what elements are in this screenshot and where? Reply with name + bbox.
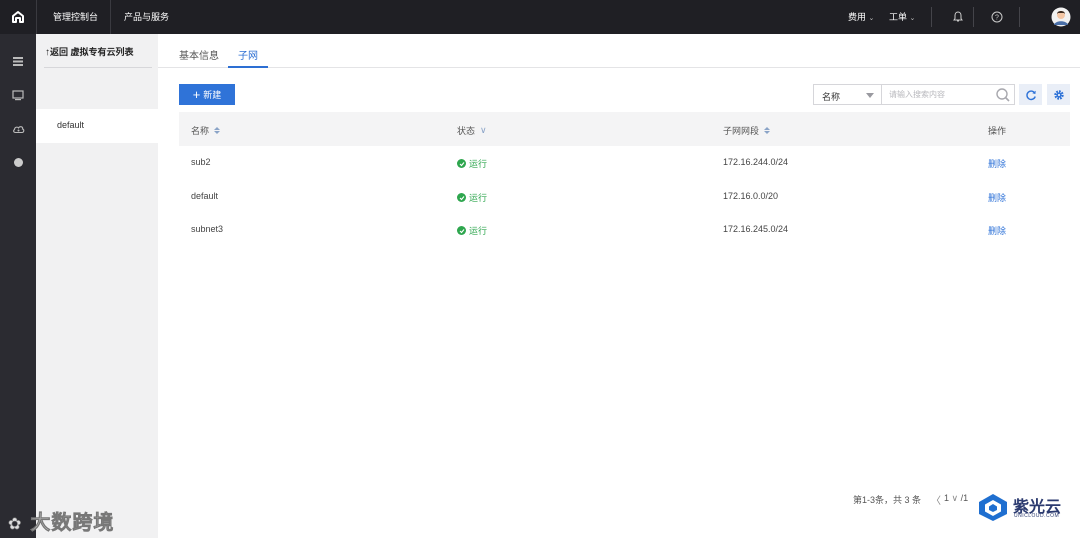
- search-field-select[interactable]: 名称: [813, 84, 882, 105]
- check-circle-icon: [457, 193, 466, 202]
- status-badge: 运行: [457, 157, 487, 170]
- column-header-label: 子网网段: [723, 126, 760, 136]
- plus-icon: +: [192, 86, 201, 102]
- column-header-status[interactable]: 状态 ∨: [457, 124, 487, 137]
- console-menu-item[interactable]: 管理控制台: [53, 0, 98, 34]
- delete-link[interactable]: 删除: [988, 224, 1006, 237]
- page-select[interactable]: 1 ∨ /1: [944, 493, 968, 504]
- sidebar-divider: [44, 67, 152, 68]
- brand-logo-icon: [979, 494, 1007, 521]
- ticket-menu[interactable]: 工单 ⌄: [889, 0, 915, 34]
- chevron-down-icon: ⌄: [868, 15, 875, 22]
- status-badge: 运行: [457, 191, 487, 204]
- billing-menu[interactable]: 费用 ⌄: [848, 0, 874, 34]
- column-header-action: 操作: [988, 124, 1006, 137]
- billing-label: 费用: [848, 12, 867, 22]
- table-row: subnet3 运行 172.16.245.0/24 删除: [179, 213, 1070, 247]
- icon-rail: [0, 34, 36, 538]
- status-label: 运行: [469, 159, 488, 169]
- table-header: 名称 状态 ∨ 子网网段 操作: [179, 112, 1070, 146]
- brand-watermark: 紫光云 UNICLOUD.COM: [976, 490, 1076, 526]
- search-field-value: 名称: [822, 92, 841, 102]
- ticket-label: 工单: [889, 12, 908, 22]
- subnet-name: default: [191, 191, 219, 201]
- user-avatar[interactable]: [1051, 0, 1071, 34]
- subnet-cidr: 172.16.245.0/24: [723, 224, 789, 234]
- settings-button[interactable]: [1047, 84, 1070, 105]
- circle-icon[interactable]: [11, 155, 25, 169]
- column-header-cidr[interactable]: 子网网段: [723, 124, 771, 137]
- watermark-left: ✿ 大数跨境: [8, 506, 114, 535]
- total-pages: /1: [960, 493, 969, 503]
- search-icon[interactable]: [995, 87, 1011, 103]
- chevron-down-icon: ⌄: [909, 15, 916, 22]
- refresh-button[interactable]: [1019, 84, 1042, 105]
- subnet-name: subnet3: [191, 224, 224, 234]
- column-header-label: 操作: [988, 126, 1007, 136]
- new-subnet-button[interactable]: + 新建: [179, 84, 235, 105]
- list-icon[interactable]: [11, 54, 25, 68]
- subnet-cidr: 172.16.0.0/20: [723, 191, 779, 201]
- caret-down-icon: [866, 93, 874, 98]
- table-row: sub2 运行 172.16.244.0/24 删除: [179, 146, 1070, 180]
- watermark-left-text: 大数跨境: [30, 510, 115, 535]
- back-link-label: 返回 虚拟专有云列表: [50, 47, 134, 57]
- topbar-divider: [110, 0, 111, 34]
- topbar-separator: [931, 7, 932, 27]
- new-button-label: 新建: [203, 90, 222, 100]
- prev-page-icon[interactable]: 〈: [931, 492, 941, 507]
- refresh-icon: [1025, 89, 1036, 100]
- monitor-icon[interactable]: [11, 88, 25, 102]
- svg-text:?: ?: [995, 15, 999, 22]
- active-tab-indicator: [228, 66, 268, 68]
- check-circle-icon: [457, 226, 466, 235]
- search-box: [881, 84, 1015, 105]
- top-bar: 管理控制台 产品与服务 费用 ⌄ 工单 ⌄ ?: [0, 0, 1080, 34]
- cloud-icon[interactable]: [11, 122, 25, 136]
- bell-icon[interactable]: [953, 0, 963, 34]
- tab-bar: 基本信息 子网: [158, 34, 1080, 68]
- chevron-down-icon: ∨: [951, 493, 959, 503]
- sidebar-item-default[interactable]: default: [36, 109, 158, 143]
- sort-icon[interactable]: [764, 127, 771, 134]
- column-header-label: 名称: [191, 126, 210, 136]
- topbar-separator: [1019, 7, 1020, 27]
- search-input[interactable]: [882, 85, 992, 104]
- tab-basic-info[interactable]: 基本信息: [179, 47, 219, 62]
- products-menu-item[interactable]: 产品与服务: [124, 0, 169, 34]
- pagination-summary: 第1-3条，共 3 条: [853, 495, 922, 505]
- help-icon[interactable]: ?: [991, 0, 1003, 34]
- back-to-vpc-list-link[interactable]: ↑返回 虚拟专有云列表: [45, 45, 134, 58]
- gear-icon: [1053, 89, 1064, 100]
- current-page: 1: [944, 493, 950, 503]
- status-badge: 运行: [457, 224, 487, 237]
- subnet-cidr: 172.16.244.0/24: [723, 157, 789, 167]
- filter-chevron-icon[interactable]: ∨: [480, 125, 487, 136]
- column-header-label: 状态: [457, 126, 476, 136]
- subnet-name: sub2: [191, 157, 211, 167]
- topbar-separator: [973, 7, 974, 27]
- home-logo-icon[interactable]: [0, 0, 36, 34]
- sort-icon[interactable]: [214, 127, 221, 134]
- table-row: default 运行 172.16.0.0/20 删除: [179, 180, 1070, 214]
- sidebar-item-label: default: [57, 120, 85, 130]
- vpc-sidebar: ↑返回 虚拟专有云列表 default: [36, 34, 158, 538]
- topbar-divider: [36, 0, 37, 34]
- delete-link[interactable]: 删除: [988, 157, 1006, 170]
- brand-domain: UNICLOUD.COM: [1014, 513, 1060, 519]
- status-label: 运行: [469, 193, 488, 203]
- watermark-logo-icon: ✿: [8, 514, 23, 534]
- column-header-name[interactable]: 名称: [191, 124, 221, 137]
- delete-link[interactable]: 删除: [988, 191, 1006, 204]
- tab-subnet[interactable]: 子网: [238, 47, 258, 62]
- status-label: 运行: [469, 226, 488, 236]
- check-circle-icon: [457, 159, 466, 168]
